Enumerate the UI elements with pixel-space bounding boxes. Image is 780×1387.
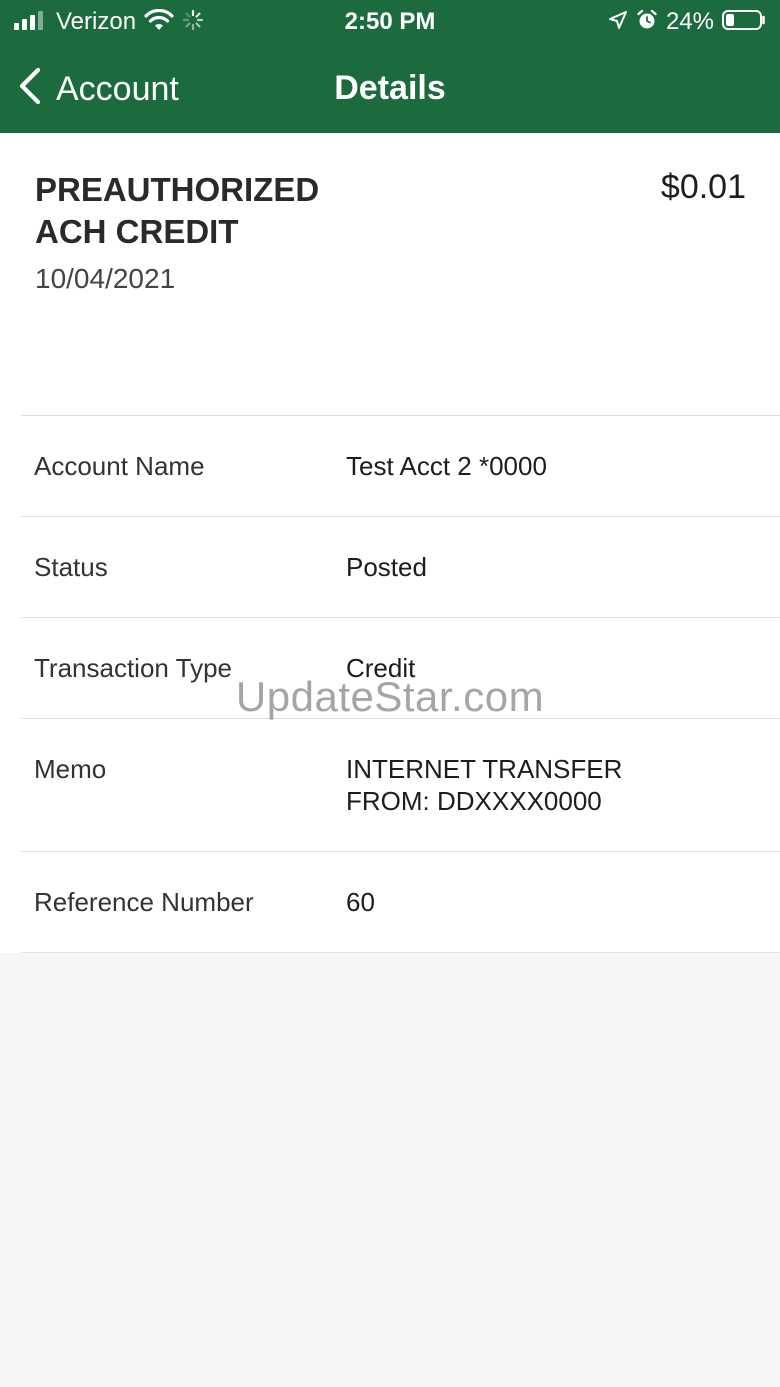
transaction-amount: $0.01 [660,168,746,206]
detail-row-account-name: Account Name Test Acct 2 *0000 [21,416,780,517]
location-arrow-icon [608,10,628,35]
detail-value: Posted [346,552,427,582]
detail-value: INTERNET TRANSFER FROM: DDXXXX0000 [346,754,623,816]
detail-label: Account Name [34,451,205,481]
detail-label: Transaction Type [34,653,232,683]
transaction-date: 10/04/2021 [35,263,176,294]
status-bar: Verizon 2:50 PM 24% [0,0,780,44]
detail-row-reference-number: Reference Number 60 [21,852,780,953]
navigation-bar: Account Details [0,44,780,133]
detail-label: Memo [34,754,107,784]
detail-label: Status [34,552,108,582]
battery-percent: 24% [665,8,714,35]
top-bar: Verizon 2:50 PM 24% Account Details [0,0,780,133]
battery-icon [722,9,768,36]
transaction-title: PREAUTHORIZED ACH CREDIT [35,171,320,250]
detail-row-transaction-type: Transaction Type Credit [21,618,780,719]
detail-label: Reference Number [34,887,254,917]
details-card: PREAUTHORIZED ACH CREDIT $0.01 10/04/202… [0,133,780,953]
detail-value: 60 [346,887,375,917]
detail-value: Test Acct 2 *0000 [346,451,547,481]
details-list: Account Name Test Acct 2 *0000 Status Po… [21,416,780,953]
status-right: 24% [608,7,768,37]
transaction-header: PREAUTHORIZED ACH CREDIT $0.01 10/04/202… [0,133,780,416]
alarm-clock-icon [636,9,658,36]
transaction-details-screen: Verizon 2:50 PM 24% Account Details PREA… [0,0,780,1387]
detail-value: Credit [346,653,416,683]
chevron-left-icon [16,66,42,111]
detail-row-status: Status Posted [21,517,780,618]
back-button[interactable]: Account [16,66,179,111]
back-button-label: Account [56,69,179,108]
detail-row-memo: Memo INTERNET TRANSFER FROM: DDXXXX0000 [21,719,780,852]
